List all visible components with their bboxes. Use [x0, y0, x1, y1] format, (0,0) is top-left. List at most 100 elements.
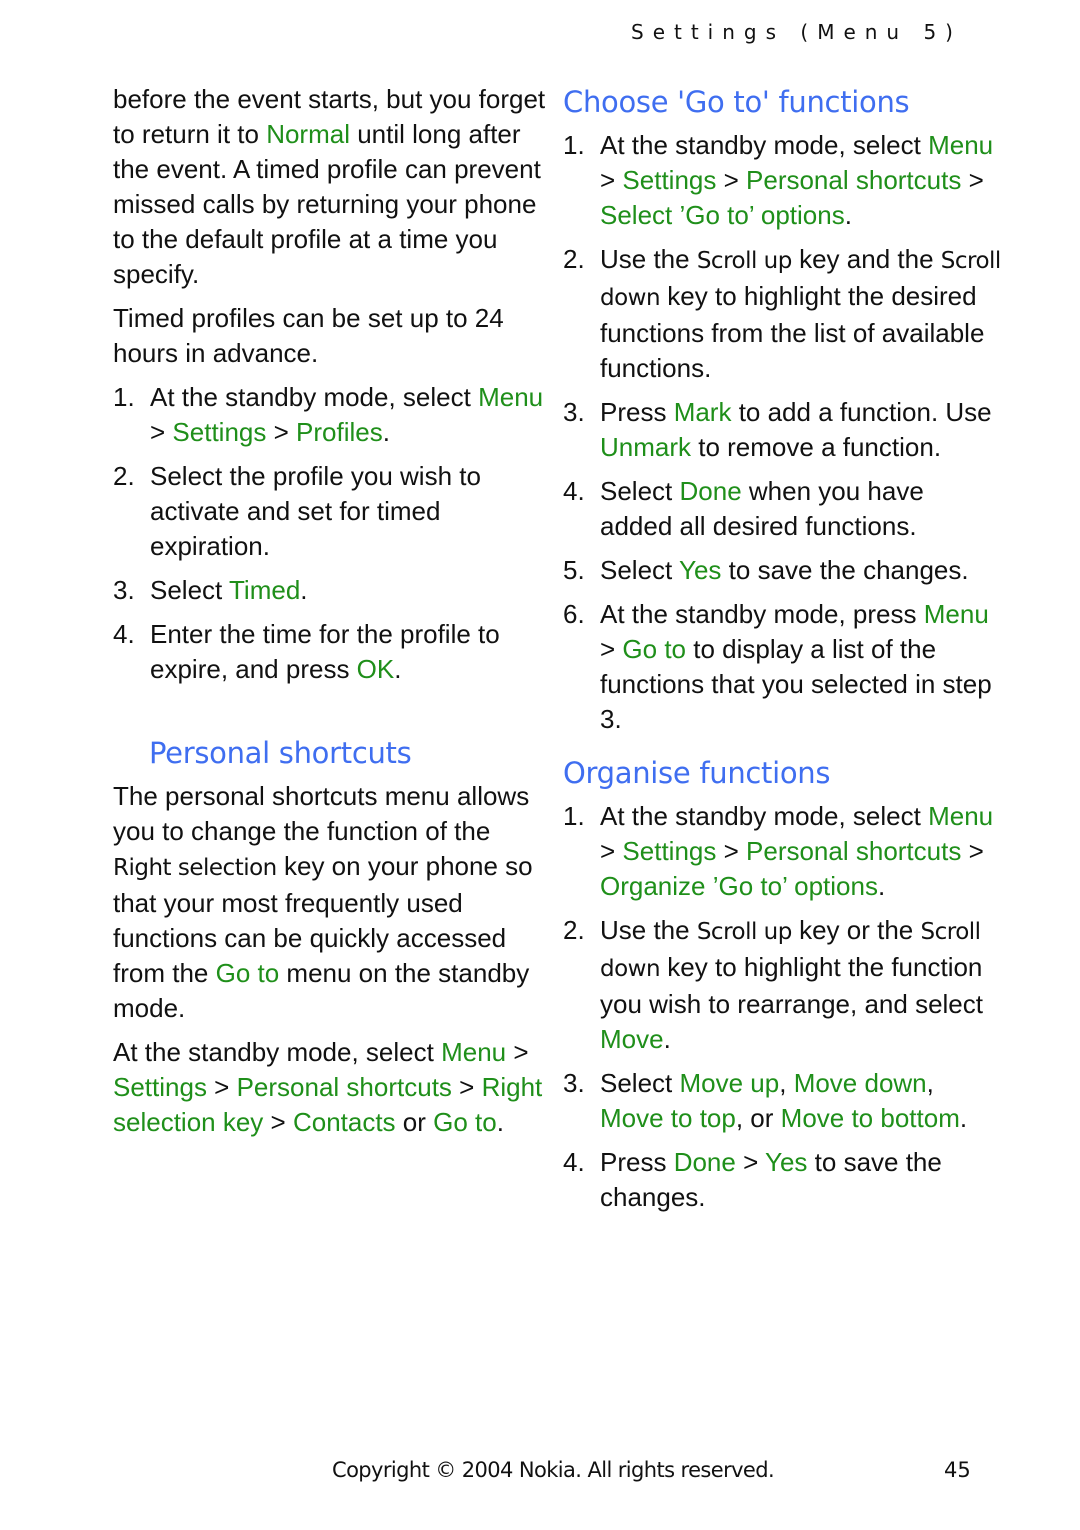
list-item: 1. At the standby mode, select Menu > Set…	[563, 799, 1003, 904]
intro-paragraph: before the event starts, but you forget …	[113, 82, 553, 292]
ui-term: Move up	[679, 1068, 780, 1098]
ui-term: Menu	[478, 382, 544, 412]
text-run: Press	[600, 397, 674, 427]
personal-shortcuts-paragraph: The personal shortcuts menu allows you t…	[113, 779, 553, 1026]
ui-term: Go to	[622, 634, 687, 664]
choose-steps-list: 1. At the standby mode, select Menu > Set…	[563, 128, 1003, 737]
list-item: 1. At the standby mode, select Menu > Set…	[563, 128, 1003, 233]
text-run: to add a function. Use	[731, 397, 992, 427]
step-number: 2.	[563, 915, 585, 945]
text-run: >	[506, 1037, 529, 1067]
text-run: >	[263, 1107, 293, 1137]
text-run: key and the	[791, 244, 941, 274]
ui-term: Personal shortcuts	[746, 165, 962, 195]
step-number: 6.	[563, 599, 585, 629]
text-run: >	[961, 836, 984, 866]
ui-term: Menu	[928, 801, 994, 831]
text-run: Select	[600, 1068, 680, 1098]
list-item: 4. Press Done > Yes to save the changes.	[563, 1145, 1003, 1215]
ui-term-normal: Normal	[266, 119, 350, 149]
text-run: Select the profile you wish to activate …	[150, 461, 481, 561]
list-item: 3. Select Timed.	[113, 573, 553, 608]
ui-term: Timed	[229, 575, 301, 605]
text-run: >	[600, 634, 623, 664]
text-run: >	[961, 165, 984, 195]
step-number: 1.	[563, 801, 585, 831]
step-number: 4.	[563, 476, 585, 506]
ui-term: Move to bottom	[780, 1103, 960, 1133]
text-run: Select	[150, 575, 230, 605]
section-heading-choose-go-to: Choose 'Go to' functions	[563, 85, 910, 119]
ui-term: Settings	[172, 417, 267, 447]
text-run: key or the	[791, 915, 921, 945]
list-item: 5. Select Yes to save the changes.	[563, 553, 1003, 588]
text-run: Select	[600, 555, 680, 585]
text-run: >	[735, 1147, 766, 1177]
text-run: .	[959, 1103, 968, 1133]
text-run: ,	[926, 1068, 934, 1098]
ui-term: Menu	[923, 599, 989, 629]
text-run: .	[496, 1107, 504, 1137]
right-column: Choose 'Go to' functions 1. At the standb…	[563, 82, 1003, 1224]
list-item: 4. Enter the time for the profile to expi…	[113, 617, 553, 687]
text-run: , or	[735, 1103, 781, 1133]
section-heading-personal-shortcuts: Personal shortcuts	[149, 736, 412, 770]
text-run: >	[716, 165, 747, 195]
timed-limit-paragraph: Timed profiles can be set up to 24 hours…	[113, 303, 504, 368]
text-run: to save the changes.	[721, 555, 969, 585]
text-run: .	[844, 200, 852, 230]
running-header: Settings (Menu 5)	[631, 20, 962, 44]
ui-term: Move	[600, 1024, 664, 1054]
list-item: 6. At the standby mode, press Menu > Go t…	[563, 597, 1003, 737]
text-run: Enter the time for the profile to expire…	[150, 619, 500, 684]
ui-term: Menu	[441, 1037, 507, 1067]
ui-term: Done	[679, 476, 742, 506]
ui-term: Settings	[113, 1072, 207, 1102]
text-run: .	[877, 871, 886, 901]
list-item: 1. At the standby mode, select Menu > Set…	[113, 380, 553, 450]
text-run: At the standby mode, select	[600, 130, 929, 160]
text-run: Press	[600, 1147, 674, 1177]
text-run: to remove a function.	[691, 432, 942, 462]
ui-term: Contacts	[292, 1107, 396, 1137]
ui-term: Go to	[215, 958, 280, 988]
text-run: Use the	[600, 244, 697, 274]
step-number: 5.	[563, 555, 585, 585]
text-run: or	[395, 1107, 434, 1137]
step-number: 4.	[113, 619, 135, 649]
left-column: before the event starts, but you forget …	[113, 82, 553, 1149]
ui-term: Settings	[622, 836, 717, 866]
text-run: At the standby mode, select	[150, 382, 479, 412]
ui-term: Personal shortcuts	[746, 836, 962, 866]
ui-term: Select ’Go to’ options	[600, 200, 845, 230]
text-run: At the standby mode, select	[600, 801, 929, 831]
text-run: ,	[779, 1068, 794, 1098]
text-run: .	[300, 575, 308, 605]
ui-term: Profiles	[296, 417, 383, 447]
text-run: Use the	[600, 915, 697, 945]
text-run: Select	[600, 476, 680, 506]
step-number: 2.	[113, 461, 135, 491]
ui-term: Settings	[622, 165, 717, 195]
ui-term: Go to	[433, 1107, 497, 1137]
section-heading-organise-functions: Organise functions	[563, 756, 831, 790]
text-run: >	[150, 417, 173, 447]
list-item: 2. Use the Scroll up key or the Scroll do…	[563, 913, 1003, 1057]
page-number: 45	[944, 1458, 971, 1482]
text-run: >	[600, 836, 623, 866]
step-number: 4.	[563, 1147, 585, 1177]
list-item: 4. Select Done when you have added all de…	[563, 474, 1003, 544]
ui-term: Yes	[679, 555, 722, 585]
list-item: 3. Press Mark to add a function. Use Unma…	[563, 395, 1003, 465]
timed-steps-list: 1. At the standby mode, select Menu > Set…	[113, 380, 553, 687]
step-number: 3.	[563, 1068, 585, 1098]
ui-term: Yes	[765, 1147, 808, 1177]
personal-shortcuts-path-paragraph: At the standby mode, select Menu > Setti…	[113, 1035, 553, 1140]
ui-term: Organize ’Go to’ options	[600, 871, 878, 901]
ui-term: Menu	[928, 130, 994, 160]
step-number: 3.	[113, 575, 135, 605]
step-number: 2.	[563, 244, 585, 274]
organise-steps-list: 1. At the standby mode, select Menu > Set…	[563, 799, 1003, 1215]
step-number: 1.	[113, 382, 135, 412]
ui-term: Personal shortcuts	[236, 1072, 452, 1102]
